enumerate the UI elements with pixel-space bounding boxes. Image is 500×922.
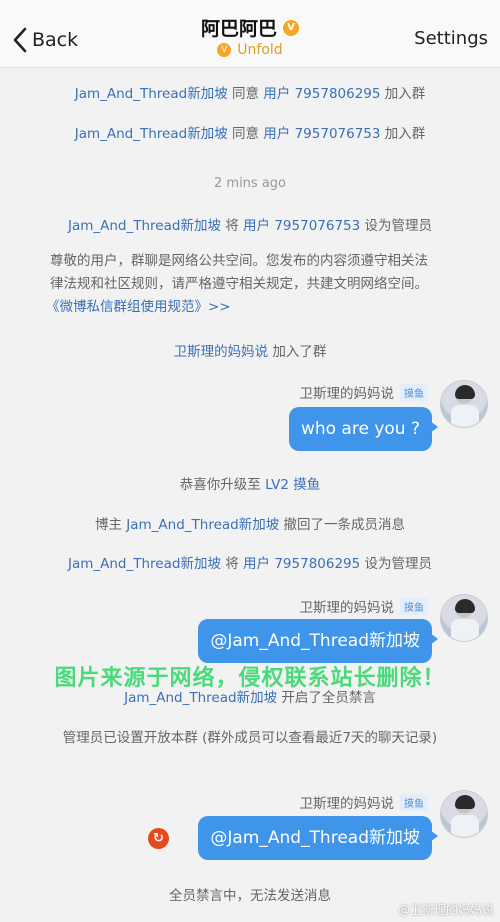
sender-name: 卫斯理的妈妈说 [299,796,395,812]
message-text: 撤回了一条成员消息 [279,517,406,533]
level-link[interactable]: LV2 摸鱼 [265,477,320,493]
system-message: Jam_And_Thread新加坡 将 用户 7957076753 设为管理员 [0,214,500,234]
chat-bubble[interactable]: who are you ? [288,407,439,451]
message-text: 设为管理员 [360,556,433,572]
community-notice: 尊敬的用户，群聊是网络公共空间。您发布的内容须遵守相关法 律法规和社区规则，请严… [46,250,460,319]
user-link[interactable]: Jam_And_Thread新加坡 [75,86,228,102]
navigation-bar: Back 阿巴阿巴 V V Unfold Settings [0,0,500,68]
user-link[interactable]: 用户 7957076753 [263,126,380,142]
message-text: 加入群 [380,86,426,102]
avatar[interactable] [440,594,488,642]
timestamp: 2 mins ago [214,176,286,191]
system-message: Jam_And_Thread新加坡 同意 用户 7957076753 加入群 [0,122,500,142]
system-message: 博主 Jam_And_Thread新加坡 撤回了一条成员消息 [0,513,500,533]
sender-name: 卫斯理的妈妈说 [299,386,395,402]
member-tag: 摸鱼 [400,383,428,401]
sender-name: 卫斯理的妈妈说 [299,600,395,616]
sender-row: 卫斯理的妈妈说 摸鱼 [299,792,428,812]
sender-row: 卫斯理的妈妈说 摸鱼 [299,596,428,616]
message-text: 同意 [227,86,264,102]
message-text: 同意 [227,126,264,142]
avatar[interactable] [440,790,488,838]
rules-link[interactable]: 《微博私信群组使用规范》>> [46,296,460,319]
message-text: 将 [220,218,244,234]
message-text: 加入了群 [268,344,327,360]
unfold-label: Unfold [237,42,283,58]
system-message: 管理员已设置开放本群 (群外成员可以查看最近7天的聊天记录) [62,730,438,746]
chat-bubble[interactable]: @Jam_And_Thread新加坡 [198,619,438,663]
user-link[interactable]: 卫斯理的妈妈说 [174,344,269,360]
sender-row: 卫斯理的妈妈说 摸鱼 [299,382,428,402]
message-text: 博主 [94,517,127,533]
chat-title-text: 阿巴阿巴 [200,18,277,40]
user-link[interactable]: 用户 7957806295 [263,86,380,102]
member-tag: 摸鱼 [400,597,428,615]
avatar[interactable] [440,380,488,428]
system-message: Jam_And_Thread新加坡 将 用户 7957806295 设为管理员 [0,552,500,572]
corner-watermark: @卫斯理的妈妈说 [397,903,494,917]
resend-icon[interactable]: ↻ [148,828,169,849]
user-link[interactable]: Jam_And_Thread新加坡 [68,556,221,572]
chat-title: 阿巴阿巴 V [201,14,299,41]
unfold-badge-icon: V [217,43,232,57]
message-text: 开启了全员禁言 [277,690,376,706]
verified-badge-icon: V [283,19,299,36]
member-tag: 摸鱼 [400,793,428,811]
user-link[interactable]: 用户 7957806295 [243,556,360,572]
user-link[interactable]: Jam_And_Thread新加坡 [124,690,277,706]
system-message: 卫斯理的妈妈说 加入了群 [0,340,500,360]
message-text: 恭喜你升级至 [179,477,266,493]
user-link[interactable]: 用户 7957076753 [243,218,360,234]
notice-line: 律法规和社区规则，请严格遵守相关规定，共建文明网络空间。 [50,276,428,292]
user-link[interactable]: Jam_And_Thread新加坡 [68,218,221,234]
message-text: 将 [220,556,244,572]
message-text: 设为管理员 [360,218,433,234]
settings-button[interactable]: Settings [414,28,488,49]
watermark-text: 图片来源于网络，侵权联系站长删除！ [54,666,446,691]
system-message: 恭喜你升级至 LV2 摸鱼 [0,473,500,493]
chat-bubble[interactable]: @Jam_And_Thread新加坡 [198,816,438,860]
message-text: 加入群 [380,126,426,142]
user-link[interactable]: Jam_And_Thread新加坡 [75,126,228,142]
user-link[interactable]: Jam_And_Thread新加坡 [126,517,279,533]
notice-line: 尊敬的用户，群聊是网络公共空间。您发布的内容须遵守相关法 [50,253,428,269]
system-message: Jam_And_Thread新加坡 同意 用户 7957806295 加入群 [0,82,500,102]
